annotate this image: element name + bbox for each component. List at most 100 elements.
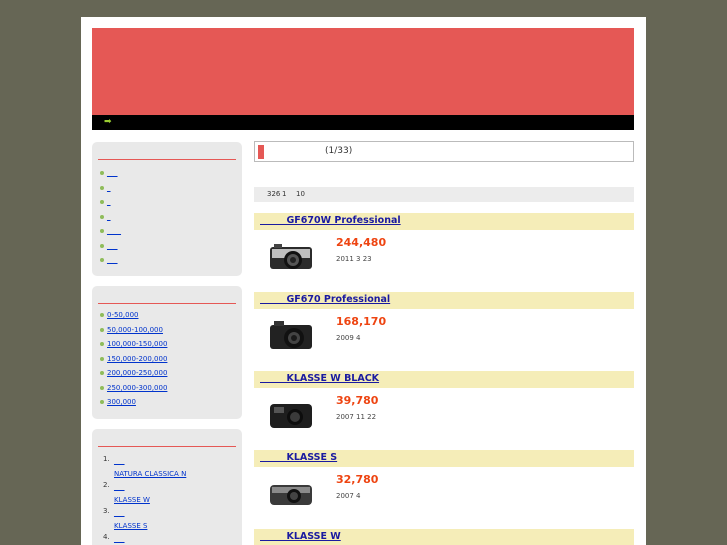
release-date: 2011 3 23 <box>336 255 372 263</box>
box-header-line <box>98 159 236 160</box>
product-title-link[interactable]: KLASSE W BLACK <box>260 373 379 384</box>
bullet-icon <box>100 200 104 204</box>
range-from: 1 <box>282 190 287 198</box>
product-title-link[interactable]: GF670W Professional <box>260 215 400 226</box>
range-to: 10 <box>296 190 305 198</box>
product-price: 39,780 <box>336 394 379 407</box>
ranking-link[interactable]: ___ <box>114 507 186 520</box>
category-link[interactable]: ___ <box>107 169 118 177</box>
product-price: 168,170 <box>336 315 387 328</box>
list-item: 300,000 <box>100 395 167 410</box>
page-container: ➡ ___ _ _ _ ____ ___ ___ 0-50,000 50,000… <box>81 17 646 545</box>
category-link[interactable]: ___ <box>107 256 118 264</box>
ranking-list: 1. ___ NATURA CLASSICA N 2. ___ KLASSE W… <box>100 455 186 545</box>
camera-thumbnail[interactable] <box>268 475 314 510</box>
price-range-link[interactable]: 200,000-250,000 <box>107 369 167 377</box>
box-header-line <box>98 303 236 304</box>
ranking-item: 2. ___ KLASSE W <box>100 481 186 507</box>
bullet-icon <box>100 371 104 375</box>
bullet-icon <box>100 185 104 190</box>
price-range-link[interactable]: 50,000-100,000 <box>107 326 163 334</box>
ranking-product-link[interactable]: NATURA CLASSICA N <box>114 468 186 481</box>
price-range-list: 0-50,000 50,000-100,000 100,000-150,000 … <box>100 308 167 410</box>
product-title-bar: GF670W Professional <box>254 213 634 230</box>
list-header: (1/33) <box>254 141 634 162</box>
box-header-line <box>98 446 236 447</box>
list-item: 100,000-150,000 <box>100 337 167 352</box>
total-count: 326 <box>267 190 281 198</box>
price-range-link[interactable]: 150,000-200,000 <box>107 355 167 363</box>
bullet-icon <box>100 356 104 361</box>
product-item: KLASSE W BLACK 39,780 2007 11 22 <box>254 371 634 446</box>
product-title-link[interactable]: KLASSE S <box>260 452 337 463</box>
release-date: 2009 4 <box>336 334 361 342</box>
category-list: ___ _ _ _ ____ ___ ___ <box>100 166 121 268</box>
bullet-icon <box>100 243 104 248</box>
list-item: ___ <box>100 253 121 268</box>
rank-number: 1. <box>103 455 110 463</box>
result-count-bar: 326 1 10 <box>254 187 634 202</box>
sidebar-price-box: 0-50,000 50,000-100,000 100,000-150,000 … <box>92 286 242 419</box>
category-link[interactable]: ____ <box>107 227 121 235</box>
product-title-link[interactable]: GF670 Professional <box>260 294 390 305</box>
site-banner <box>92 28 634 115</box>
bullet-icon <box>100 258 104 262</box>
product-title-bar: GF670 Professional <box>254 292 634 309</box>
product-item: GF670W Professional 244,480 2011 3 23 <box>254 213 634 288</box>
bullet-icon <box>100 214 104 219</box>
product-item: GF670 Professional 168,170 2009 4 <box>254 292 634 367</box>
bullet-icon <box>100 327 104 332</box>
bullet-icon <box>100 342 104 346</box>
sidebar-category-box: ___ _ _ _ ____ ___ ___ <box>92 142 242 276</box>
price-range-link[interactable]: 300,000 <box>107 398 136 406</box>
page-indicator: (1/33) <box>325 146 353 156</box>
ranking-product-link[interactable]: KLASSE S <box>114 520 186 533</box>
camera-thumbnail[interactable] <box>268 317 314 352</box>
bullet-icon <box>100 313 104 317</box>
rank-number: 2. <box>103 481 110 489</box>
category-link[interactable]: _ <box>107 184 111 192</box>
ranking-item: 3. ___ KLASSE S <box>100 507 186 533</box>
camera-thumbnail[interactable] <box>268 238 314 273</box>
ranking-link[interactable]: ___ <box>114 533 186 545</box>
ranking-link[interactable]: ___ <box>114 455 186 468</box>
price-range-link[interactable]: 0-50,000 <box>107 311 138 319</box>
list-item: 250,000-300,000 <box>100 381 167 396</box>
price-range-link[interactable]: 250,000-300,000 <box>107 384 167 392</box>
product-item: KLASSE W <box>254 529 634 545</box>
bullet-icon <box>100 229 104 233</box>
header-accent-mark <box>258 145 264 159</box>
list-item: ___ <box>100 166 121 181</box>
list-item: ____ <box>100 224 121 239</box>
list-item: ___ <box>100 239 121 254</box>
bullet-icon <box>100 171 104 175</box>
product-title-link[interactable]: KLASSE W <box>260 531 340 542</box>
bullet-icon <box>100 400 104 404</box>
bullet-icon <box>100 385 104 390</box>
camera-thumbnail[interactable] <box>268 396 314 431</box>
list-item: _ <box>100 195 121 210</box>
rank-number: 4. <box>103 533 110 541</box>
category-link[interactable]: _ <box>107 198 111 206</box>
list-item: 150,000-200,000 <box>100 352 167 367</box>
category-link[interactable]: ___ <box>107 242 118 250</box>
rank-number: 3. <box>103 507 110 515</box>
ranking-product-link[interactable]: KLASSE W <box>114 494 186 507</box>
sidebar-ranking-box: 1. ___ NATURA CLASSICA N 2. ___ KLASSE W… <box>92 429 242 545</box>
list-item: 0-50,000 <box>100 308 167 323</box>
product-item: KLASSE S 32,780 2007 4 <box>254 450 634 525</box>
release-date: 2007 4 <box>336 492 361 500</box>
ranking-item: 4. ___ <box>100 533 186 545</box>
list-item: 200,000-250,000 <box>100 366 167 381</box>
product-price: 244,480 <box>336 236 387 249</box>
ranking-link[interactable]: ___ <box>114 481 186 494</box>
list-item: _ <box>100 181 121 196</box>
ranking-item: 1. ___ NATURA CLASSICA N <box>100 455 186 481</box>
price-range-link[interactable]: 100,000-150,000 <box>107 340 167 348</box>
product-title-bar: KLASSE S <box>254 450 634 467</box>
arrow-right-icon[interactable]: ➡ <box>104 117 112 127</box>
product-title-bar: KLASSE W <box>254 529 634 545</box>
list-item: _ <box>100 210 121 225</box>
product-title-bar: KLASSE W BLACK <box>254 371 634 388</box>
category-link[interactable]: _ <box>107 213 111 221</box>
